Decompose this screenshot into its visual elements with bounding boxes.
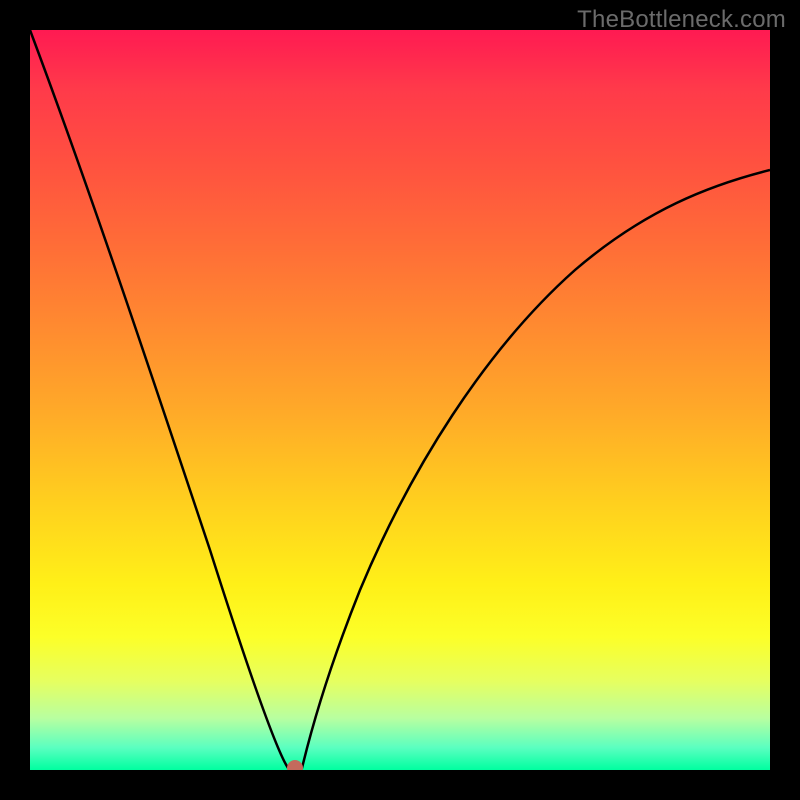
watermark-label: TheBottleneck.com [577,6,786,34]
chart-frame: TheBottleneck.com [0,0,800,800]
curve-layer [30,30,770,770]
optimum-marker [287,760,303,770]
plot-area [30,30,770,770]
bottleneck-curve [30,30,770,768]
